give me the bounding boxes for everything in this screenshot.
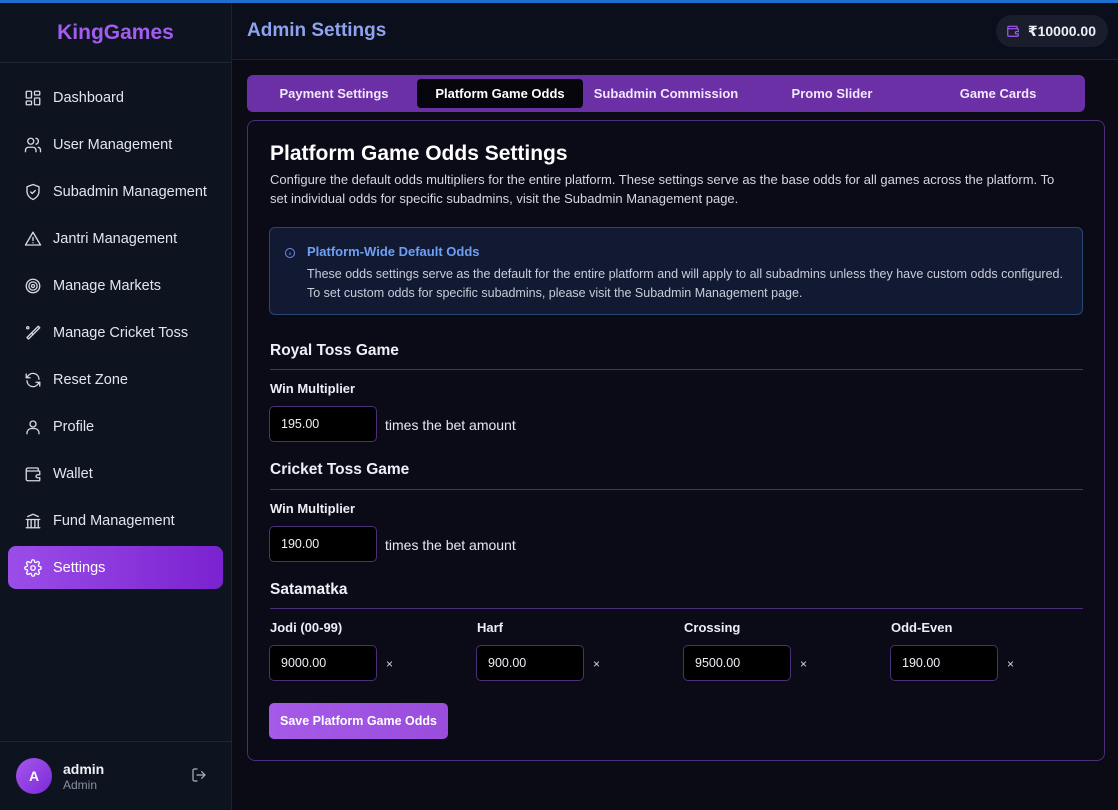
multiplier-symbol: × [1007, 657, 1015, 671]
sidebar-item-fund-management[interactable]: Fund Management [8, 499, 223, 542]
sidebar-item-label: Settings [53, 559, 106, 576]
page-title: Admin Settings [247, 20, 387, 41]
sidebar-item-jantri-management[interactable]: Jantri Management [8, 217, 223, 260]
sidebar-item-label: Manage Cricket Toss [53, 324, 189, 341]
sidebar-item-label: Manage Markets [53, 277, 161, 294]
users-icon [23, 135, 42, 154]
alert-triangle-icon [23, 229, 42, 248]
sidebar-item-manage-markets[interactable]: Manage Markets [8, 264, 223, 307]
info-title: Platform-Wide Default Odds [307, 244, 480, 259]
sidebar-item-label: Fund Management [53, 512, 175, 529]
section-heading: Platform Game Odds Settings [270, 142, 568, 165]
sidebar-item-user-management[interactable]: User Management [8, 123, 223, 166]
wallet-balance[interactable]: ₹10000.00 [995, 15, 1108, 47]
save-odds-button[interactable]: Save Platform Game Odds [269, 703, 448, 739]
sidebar-item-wallet[interactable]: Wallet [8, 452, 223, 495]
sidebar-item-reset-zone[interactable]: Reset Zone [8, 358, 223, 401]
tab-payment-settings[interactable]: Payment Settings [251, 79, 417, 108]
sidebar-item-label: Dashboard [53, 89, 124, 106]
avatar[interactable]: A [16, 758, 52, 794]
cricket-toss-multiplier-input[interactable] [269, 526, 377, 562]
cricket-toss-multiplier-label: Win Multiplier [270, 501, 356, 516]
cricket-toss-title: Cricket Toss Game [270, 461, 410, 478]
info-icon [284, 246, 296, 258]
settings-tabs: Payment Settings Platform Game Odds Suba… [247, 75, 1085, 112]
sidebar-item-settings[interactable]: Settings [8, 546, 223, 589]
sidebar-item-profile[interactable]: Profile [8, 405, 223, 448]
jodi-input[interactable] [269, 645, 377, 681]
satamatka-title: Satamatka [270, 581, 348, 598]
logout-icon[interactable] [191, 767, 207, 783]
cricket-bat-icon [23, 323, 42, 342]
sidebar-item-label: User Management [53, 136, 173, 153]
gear-icon [23, 558, 42, 577]
target-icon [23, 276, 42, 295]
royal-toss-title: Royal Toss Game [270, 342, 399, 359]
grid-icon [23, 88, 42, 107]
sidebar-item-label: Reset Zone [53, 371, 128, 388]
jodi-label: Jodi (00-99) [270, 620, 343, 635]
info-text: These odds settings serve as the default… [307, 267, 1063, 300]
balance-amount: ₹10000.00 [1027, 22, 1096, 39]
info-alert: Platform-Wide Default Odds These odds se… [269, 227, 1083, 315]
top-header: Admin Settings ₹10000.00 [232, 3, 1118, 60]
tab-game-cards[interactable]: Game Cards [915, 79, 1081, 108]
harf-label: Harf [477, 620, 504, 635]
wallet-icon [23, 464, 42, 483]
royal-toss-multiplier-input[interactable] [269, 406, 377, 442]
user-icon [23, 417, 42, 436]
odds-settings-card: Platform Game Odds Settings Configure th… [247, 120, 1105, 761]
sidebar: KingGames Dashboard User Management Suba… [0, 3, 232, 810]
divider [270, 608, 1083, 609]
odd-even-label: Odd-Even [891, 620, 953, 635]
tab-platform-game-odds[interactable]: Platform Game Odds [417, 79, 583, 108]
sidebar-item-label: Jantri Management [53, 230, 178, 247]
sidebar-item-label: Wallet [53, 465, 93, 482]
crossing-label: Crossing [684, 620, 741, 635]
sidebar-item-dashboard[interactable]: Dashboard [8, 76, 223, 119]
sidebar-item-manage-cricket-toss[interactable]: Manage Cricket Toss [8, 311, 223, 354]
wallet-icon [1007, 25, 1019, 37]
tab-subadmin-commission[interactable]: Subadmin Commission [583, 79, 749, 108]
divider [270, 489, 1083, 490]
refresh-icon [23, 370, 42, 389]
user-info: admin Admin [63, 761, 104, 792]
shield-icon [23, 182, 42, 201]
cricket-toss-suffix: times the bet amount [385, 537, 516, 553]
sidebar-item-label: Subadmin Management [53, 183, 207, 200]
crossing-input[interactable] [683, 645, 791, 681]
brand-logo[interactable]: KingGames [0, 3, 231, 63]
sidebar-nav: Dashboard User Management Subadmin Manag… [0, 63, 231, 589]
multiplier-symbol: × [386, 657, 394, 671]
user-footer: A admin Admin [0, 741, 231, 810]
multiplier-symbol: × [593, 657, 601, 671]
sidebar-item-label: Profile [53, 418, 95, 435]
multiplier-symbol: × [800, 657, 808, 671]
odd-even-input[interactable] [890, 645, 998, 681]
sidebar-item-subadmin-management[interactable]: Subadmin Management [8, 170, 223, 213]
section-description: Configure the default odds multipliers f… [270, 172, 1055, 206]
royal-toss-multiplier-label: Win Multiplier [270, 381, 356, 396]
divider [270, 369, 1083, 370]
harf-input[interactable] [476, 645, 584, 681]
tab-promo-slider[interactable]: Promo Slider [749, 79, 915, 108]
user-name: admin [63, 760, 105, 777]
user-role: Admin [63, 777, 98, 792]
royal-toss-suffix: times the bet amount [385, 417, 516, 433]
bank-icon [23, 511, 42, 530]
